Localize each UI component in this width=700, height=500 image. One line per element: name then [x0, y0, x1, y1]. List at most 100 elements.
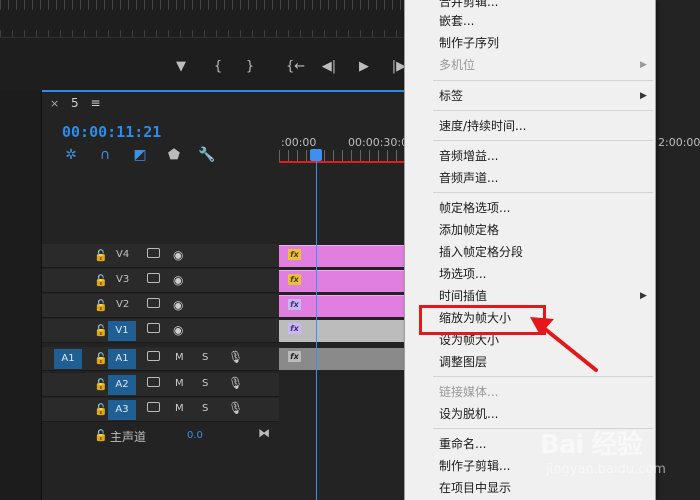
master-track-header[interactable]: 🔓 主声道 0.0 ⧓: [42, 424, 279, 448]
tab-menu-icon[interactable]: ≡: [91, 96, 101, 110]
mic-icon[interactable]: 🎙: [228, 350, 243, 364]
track-header-a1[interactable]: A1 🔓 A1 M S 🎙: [42, 347, 279, 371]
eye-icon[interactable]: ◉: [173, 273, 183, 287]
mic-icon[interactable]: 🎙: [228, 376, 243, 390]
track-header-v1[interactable]: 🔓 V1 ◉: [42, 319, 279, 343]
monitor-top-ruler: [0, 0, 404, 10]
clip-v1[interactable]: fx: [279, 320, 404, 342]
marker-icon[interactable]: ⬟: [165, 146, 183, 164]
clip-v2[interactable]: fx: [279, 295, 404, 317]
tab-close-icon[interactable]: ×: [50, 97, 59, 110]
track-header-v3[interactable]: 🔓 V3 ◉: [42, 269, 279, 293]
submenu-arrow-icon: ▶: [640, 291, 647, 301]
baidu-watermark: Bai 经验 jingyan.baidu.com: [540, 424, 690, 494]
solo-button[interactable]: S: [202, 378, 208, 389]
linked-selection-icon[interactable]: ∩: [96, 146, 114, 164]
eye-icon[interactable]: ◉: [173, 323, 183, 337]
track-header-a2[interactable]: 🔓 A2 M S 🎙: [42, 373, 279, 397]
add-marker-button[interactable]: ▼: [172, 58, 190, 76]
menu-item-make-subclip[interactable]: 制作子剪辑...: [439, 456, 510, 476]
monitor-scrub-bar[interactable]: [0, 30, 404, 38]
submenu-arrow-icon: ▶: [640, 60, 647, 70]
track-target-v1[interactable]: V1: [108, 321, 136, 341]
menu-item-add-frame-hold[interactable]: 添加帧定格: [439, 220, 499, 240]
menu-item-label[interactable]: 标签: [439, 86, 463, 106]
lock-icon[interactable]: 🔓: [94, 403, 108, 416]
track-header-v2[interactable]: 🔓 V2 ◉: [42, 294, 279, 318]
mute-button[interactable]: M: [175, 378, 184, 389]
mark-in-button[interactable]: {: [209, 58, 227, 76]
wrench-icon[interactable]: 🔧: [198, 146, 216, 164]
mark-out-button[interactable]: }: [241, 58, 259, 76]
lock-icon[interactable]: 🔓: [94, 429, 108, 442]
lock-icon[interactable]: 🔓: [94, 352, 108, 365]
tools-panel: [0, 90, 42, 500]
snap-icon[interactable]: ✲: [62, 146, 80, 164]
menu-item-speed-duration[interactable]: 速度/持续时间...: [439, 116, 527, 136]
submenu-arrow-icon: ▶: [640, 91, 647, 101]
menu-item-reveal-in-project[interactable]: 在项目中显示: [439, 478, 511, 498]
sync-lock-icon[interactable]: [147, 273, 160, 283]
solo-button[interactable]: S: [202, 403, 208, 414]
track-target-a1[interactable]: A1: [108, 349, 136, 369]
add-marker-icon[interactable]: ◩: [131, 146, 149, 164]
sync-lock-icon[interactable]: [147, 351, 160, 361]
menu-item-adjustment-layer[interactable]: 调整图层: [439, 352, 487, 372]
lock-icon[interactable]: 🔓: [94, 249, 108, 262]
menu-item-audio-channels[interactable]: 音频声道...: [439, 168, 498, 188]
menu-item-frame-hold-options[interactable]: 帧定格选项...: [439, 198, 510, 218]
menu-item-multicam: 多机位: [439, 58, 476, 72]
master-volume-value[interactable]: 0.0: [187, 430, 203, 441]
menu-item-time-interpolation[interactable]: 时间插值: [439, 286, 487, 306]
watermark-url: jingyan.baidu.com: [546, 462, 666, 477]
menu-item-audio-gain[interactable]: 音频增益...: [439, 146, 498, 166]
go-to-in-button[interactable]: {←: [286, 58, 305, 76]
mute-button[interactable]: M: [175, 352, 184, 363]
mic-icon[interactable]: 🎙: [228, 401, 243, 415]
sync-lock-icon[interactable]: [147, 298, 160, 308]
lock-icon[interactable]: 🔓: [94, 299, 108, 312]
track-name: V3: [116, 274, 130, 285]
menu-separator: [433, 192, 653, 193]
menu-item-nest[interactable]: 嵌套...: [439, 11, 474, 31]
track-header-v4[interactable]: 🔓 V4 ◉: [42, 244, 279, 268]
timecode-display[interactable]: 00:00:11:21: [62, 123, 161, 141]
track-header-a3[interactable]: 🔓 A3 M S 🎙: [42, 398, 279, 422]
watermark-text: Bai 经验: [540, 430, 642, 460]
nav-end-icon[interactable]: ⧓: [258, 426, 270, 440]
tab-label: 5: [71, 96, 79, 110]
step-back-button[interactable]: ◀|: [320, 58, 338, 76]
menu-item-insert-frame-hold-segment[interactable]: 插入帧定格分段: [439, 242, 523, 262]
lock-icon[interactable]: 🔓: [94, 274, 108, 287]
eye-icon[interactable]: ◉: [173, 248, 183, 262]
ruler-label-start: :00:00: [281, 136, 317, 149]
source-patch-a1[interactable]: A1: [54, 349, 82, 369]
menu-item-link-media: 链接媒体...: [439, 385, 499, 399]
lock-icon[interactable]: 🔓: [94, 324, 108, 337]
track-target-a2[interactable]: A2: [108, 375, 136, 395]
play-button[interactable]: ▶: [355, 58, 373, 76]
clip-v4[interactable]: fx: [279, 245, 404, 267]
menu-item-make-subsequence[interactable]: 制作子序列: [439, 33, 499, 53]
mute-button[interactable]: M: [175, 403, 184, 414]
sync-lock-icon[interactable]: [147, 402, 160, 412]
menu-item-make-offline[interactable]: 设为脱机...: [439, 404, 498, 424]
clip-v3[interactable]: fx: [279, 270, 404, 292]
menu-item-rename[interactable]: 重命名...: [439, 434, 486, 454]
fx-badge: fx: [288, 351, 301, 362]
annotation-arrow-icon: [530, 317, 598, 372]
sync-lock-icon[interactable]: [147, 323, 160, 333]
sync-lock-icon[interactable]: [147, 377, 160, 387]
menu-separator: [433, 110, 653, 111]
work-area-bar[interactable]: [279, 161, 404, 163]
eye-icon[interactable]: ◉: [173, 298, 183, 312]
lock-icon[interactable]: 🔓: [94, 378, 108, 391]
master-label: 主声道: [110, 430, 147, 444]
sequence-tab[interactable]: × 5 ≡: [50, 96, 101, 112]
clip-a1[interactable]: fx: [279, 348, 404, 370]
fx-badge: fx: [288, 299, 301, 310]
menu-item-field-options[interactable]: 场选项...: [439, 264, 486, 284]
sync-lock-icon[interactable]: [147, 248, 160, 258]
track-target-a3[interactable]: A3: [108, 400, 136, 420]
solo-button[interactable]: S: [202, 352, 208, 363]
